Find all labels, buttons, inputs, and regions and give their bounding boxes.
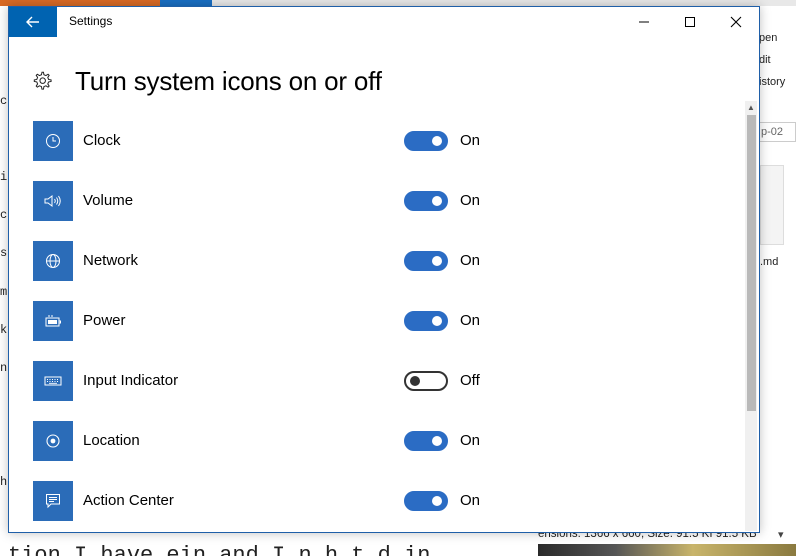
close-button[interactable]: [713, 7, 759, 37]
action-center-tile: [33, 481, 73, 521]
location-tile: [33, 421, 73, 461]
toggle-state: On: [460, 132, 481, 149]
location-toggle[interactable]: [404, 431, 448, 451]
item-label: Input Indicator: [83, 372, 179, 389]
page-header: Turn system icons on or off: [31, 63, 382, 99]
list-item: Clock On: [33, 121, 733, 161]
vertical-scrollbar[interactable]: ▲: [745, 101, 757, 531]
volume-tile: [33, 181, 73, 221]
clock-toggle[interactable]: [404, 131, 448, 151]
title-bar[interactable]: Settings: [9, 7, 759, 37]
list-item: Action Center On: [33, 481, 733, 521]
minimize-button[interactable]: [621, 7, 667, 37]
location-icon: [46, 434, 60, 448]
action-center-toggle[interactable]: [404, 491, 448, 511]
action-center-icon: [46, 494, 60, 509]
item-label: Action Center: [83, 492, 174, 509]
item-label: Power: [83, 312, 126, 329]
background-file-name: .md: [760, 256, 779, 268]
toggle-state: Off: [460, 372, 480, 389]
item-label: Volume: [83, 192, 134, 209]
toggle-knob: [432, 436, 442, 446]
toggle-knob: [432, 136, 442, 146]
minimize-icon: [639, 21, 649, 23]
toggle-knob: [432, 496, 442, 506]
input-indicator-tile: [33, 361, 73, 401]
background-menu-edit[interactable]: dit: [759, 54, 771, 66]
toggle-knob: [432, 316, 442, 326]
clock-icon: [46, 134, 60, 148]
back-button[interactable]: [9, 7, 57, 37]
page-title: Turn system icons on or off: [75, 65, 382, 96]
scrollbar-thumb[interactable]: [747, 115, 756, 411]
list-item: Input Indicator Off: [33, 361, 733, 401]
toggle-state: On: [460, 252, 481, 269]
list-item: Power On: [33, 301, 733, 341]
item-label: Location: [83, 432, 140, 449]
battery-icon: [45, 315, 61, 327]
power-toggle[interactable]: [404, 311, 448, 331]
item-label: Network: [83, 252, 139, 269]
power-tile: [33, 301, 73, 341]
background-image-strip: [538, 544, 796, 556]
toggle-state: On: [460, 192, 481, 209]
toggle-knob: [432, 196, 442, 206]
volume-icon: [44, 195, 61, 207]
list-item: Location On: [33, 421, 733, 461]
toggle-state: On: [460, 432, 481, 449]
app-title: Settings: [69, 14, 113, 28]
back-arrow-icon: [26, 16, 39, 28]
maximize-icon: [685, 17, 695, 27]
clock-tile: [33, 121, 73, 161]
toggle-state: On: [460, 492, 481, 509]
network-tile: [33, 241, 73, 281]
network-toggle[interactable]: [404, 251, 448, 271]
settings-window: Settings Turn system icons on or off Clo…: [8, 6, 760, 533]
volume-toggle[interactable]: [404, 191, 448, 211]
input-indicator-toggle[interactable]: [404, 371, 448, 391]
background-menu-history[interactable]: istory: [759, 76, 785, 88]
scroll-up-arrow-icon[interactable]: ▲: [745, 101, 757, 113]
toggle-knob: [432, 256, 442, 266]
background-menu-open[interactable]: pen: [759, 32, 777, 44]
background-path-field[interactable]: p-02: [756, 122, 796, 142]
globe-icon: [46, 254, 60, 268]
toggle-state: On: [460, 312, 481, 329]
list-item: Volume On: [33, 181, 733, 221]
chevron-down-icon[interactable]: ▾: [778, 528, 784, 541]
close-icon: [730, 16, 742, 28]
background-document-text: tion I have ein and I n h t d in: [8, 543, 431, 556]
gear-icon: [33, 71, 52, 90]
maximize-button[interactable]: [667, 7, 713, 37]
item-label: Clock: [83, 132, 121, 149]
background-file-icon[interactable]: [760, 165, 784, 245]
list-item: Network On: [33, 241, 733, 281]
toggle-knob: [410, 376, 420, 386]
keyboard-icon: [44, 376, 62, 386]
